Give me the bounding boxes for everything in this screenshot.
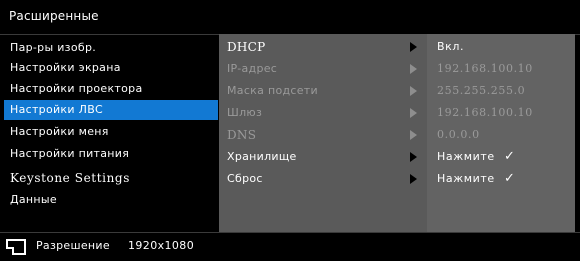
checkmark-icon: ✓	[504, 149, 515, 164]
resolution-label: Разрешение	[36, 239, 110, 252]
menu-item-information[interactable]: Данные	[4, 190, 218, 210]
setting-row-dhcp[interactable]: DHCP Вкл.	[219, 37, 575, 57]
setting-row-store[interactable]: Хранилище Нажмите ✓	[219, 147, 575, 167]
menu-item-keystone-settings[interactable]: Keystone Settings	[4, 168, 218, 188]
setting-label: IP-адрес	[227, 62, 278, 75]
resolution-value: 1920x1080	[128, 239, 195, 252]
triangle-right-icon	[410, 130, 417, 140]
setting-label: Шлюз	[227, 106, 263, 119]
setting-row-ip-address: IP-адрес 192.168.100.10	[219, 59, 575, 79]
osd-menu: Расширенные Пар-ры изобр. Настройки экра…	[0, 0, 580, 261]
setting-value: Вкл.	[437, 40, 465, 53]
triangle-right-icon	[410, 42, 417, 52]
setting-label: DHCP	[227, 40, 266, 54]
status-bar: Разрешение 1920x1080	[0, 232, 580, 261]
setting-row-dns: DNS 0.0.0.0	[219, 125, 575, 145]
triangle-right-icon	[410, 86, 417, 96]
triangle-right-icon	[410, 108, 417, 118]
category-menu: Пар-ры изобр. Настройки экрана Настройки…	[0, 34, 219, 232]
setting-value: 0.0.0.0	[437, 128, 480, 141]
resolution-icon	[6, 239, 26, 255]
setting-row-subnet-mask: Маска подсети 255.255.255.0	[219, 81, 575, 101]
setting-value: Нажмите	[437, 172, 495, 185]
setting-label: Хранилище	[227, 150, 297, 163]
triangle-right-icon	[410, 152, 417, 162]
title-bar: Расширенные	[0, 0, 580, 35]
setting-row-gateway: Шлюз 192.168.100.10	[219, 103, 575, 123]
checkmark-icon: ✓	[504, 171, 515, 186]
menu-title: Расширенные	[9, 9, 99, 23]
setting-value: Нажмите	[437, 150, 495, 163]
menu-item-menu-settings[interactable]: Настройки меня	[4, 122, 218, 142]
triangle-right-icon	[410, 174, 417, 184]
setting-row-reset[interactable]: Сброс Нажмите ✓	[219, 169, 575, 189]
menu-item-projector-settings[interactable]: Настройки проектора	[4, 79, 218, 99]
menu-item-power-settings[interactable]: Настройки питания	[4, 144, 218, 164]
triangle-right-icon	[410, 64, 417, 74]
setting-label: Сброс	[227, 172, 263, 185]
setting-value: 192.168.100.10	[437, 62, 533, 75]
setting-value: 255.255.255.0	[437, 84, 526, 97]
menu-item-display-settings[interactable]: Настройки экрана	[4, 58, 218, 78]
setting-label: Маска подсети	[227, 84, 318, 97]
lan-settings-panel: DHCP Вкл. IP-адрес 192.168.100.10 Маска …	[219, 34, 575, 232]
setting-label: DNS	[227, 128, 257, 142]
menu-item-lan-settings[interactable]: Настройки ЛВС	[4, 100, 218, 120]
menu-item-image-settings[interactable]: Пар-ры изобр.	[4, 38, 218, 58]
setting-value: 192.168.100.10	[437, 106, 533, 119]
